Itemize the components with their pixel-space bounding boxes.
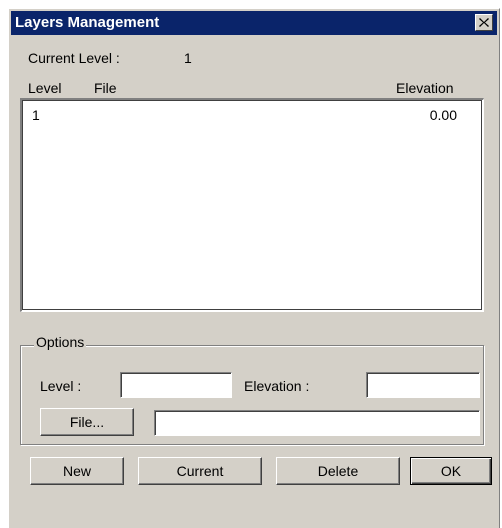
list-item-level: 1 — [32, 107, 40, 123]
elevation-input[interactable] — [366, 372, 480, 398]
close-button[interactable] — [475, 14, 493, 31]
elevation-label: Elevation : — [244, 378, 310, 394]
ok-button[interactable]: OK — [410, 457, 492, 485]
window-title: Layers Management — [15, 14, 160, 31]
current-button[interactable]: Current — [138, 457, 262, 485]
delete-button[interactable]: Delete — [276, 457, 400, 485]
current-level-value: 1 — [184, 50, 192, 66]
level-label: Level : — [40, 378, 82, 394]
file-browse-button[interactable]: File... — [40, 408, 134, 436]
options-legend: Options — [34, 334, 87, 350]
list-item-elevation: 0.00 — [429, 107, 457, 123]
close-icon — [479, 18, 489, 27]
column-header-elevation: Elevation — [396, 80, 454, 96]
level-input[interactable] — [120, 372, 232, 398]
layers-list[interactable]: 1 0.00 — [20, 98, 484, 312]
column-header-file: File — [94, 80, 117, 96]
list-item[interactable]: 1 0.00 — [22, 106, 483, 124]
file-path-input[interactable] — [154, 410, 480, 436]
title-bar[interactable]: Layers Management — [11, 11, 497, 35]
new-button[interactable]: New — [30, 457, 124, 485]
column-header-level: Level — [28, 80, 62, 96]
current-level-label: Current Level : — [28, 50, 120, 66]
